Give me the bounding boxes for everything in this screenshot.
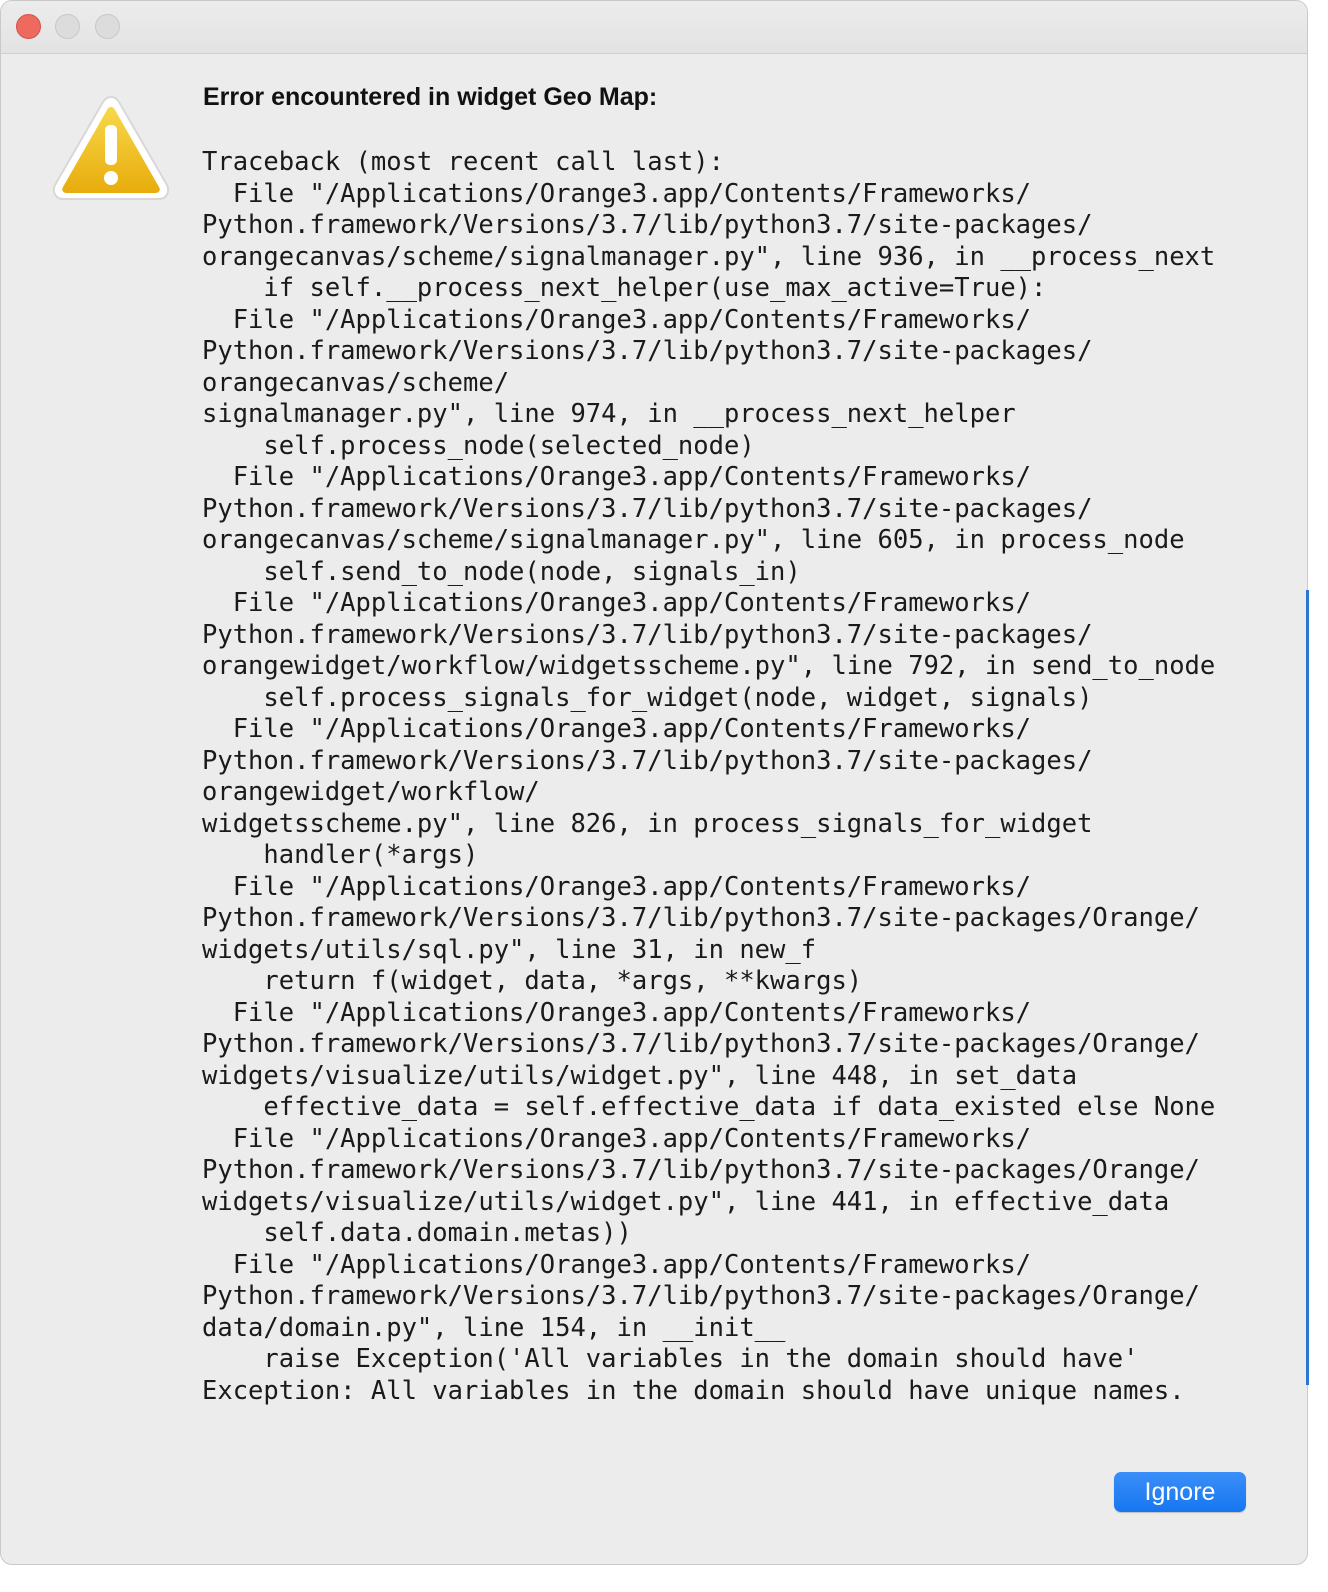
traceback-line: return f(widget, data, *args, **kwargs) (202, 966, 863, 996)
zoom-window-icon (95, 14, 120, 39)
traceback-line: orangecanvas/scheme/signalmanager.py", l… (202, 525, 1185, 555)
traceback-line: File "/Applications/Orange3.app/Contents… (202, 588, 1032, 618)
traceback-line: File "/Applications/Orange3.app/Contents… (202, 714, 1032, 744)
traceback-line: orangewidget/workflow/ (202, 777, 540, 807)
traceback-line: widgetsscheme.py", line 826, in process_… (202, 808, 1093, 839)
traceback-line: widgets/visualize/utils/widget.py", line… (202, 1060, 1078, 1091)
title-bar (1, 1, 1307, 54)
background-window-edge (1309, 0, 1328, 1592)
traceback-line: widgets/visualize/utils/widget.py", line… (202, 1186, 1170, 1217)
traceback-line: orangewidget/workflow/widgetsscheme.py",… (202, 651, 1216, 681)
error-heading: Error encountered in widget Geo Map: (203, 83, 658, 111)
minimize-window-icon (55, 14, 80, 39)
warning-icon (52, 95, 170, 200)
traceback-line: Python.framework/Versions/3.7/lib/python… (202, 493, 1093, 524)
traceback-line: File "/Applications/Orange3.app/Contents… (202, 997, 1032, 1028)
traceback-line: Python.framework/Versions/3.7/lib/python… (202, 1155, 1200, 1185)
traceback-line: self.process_node(selected_node) (202, 430, 755, 461)
traceback-line: signalmanager.py", line 974, in __proces… (202, 399, 1016, 429)
traceback-line: File "/Applications/Orange3.app/Contents… (202, 304, 1032, 335)
traceback-line: Python.framework/Versions/3.7/lib/python… (202, 903, 1200, 933)
close-window-icon[interactable] (16, 14, 41, 39)
traceback-line: Python.framework/Versions/3.7/lib/python… (202, 745, 1093, 776)
traceback-line: orangecanvas/scheme/ (202, 367, 510, 398)
ignore-button[interactable]: Ignore (1114, 1472, 1246, 1512)
error-dialog-window: Error encountered in widget Geo Map: Tra… (0, 0, 1308, 1565)
traceback-text: Traceback (most recent call last): File … (202, 147, 1215, 1407)
traceback-line: Python.framework/Versions/3.7/lib/python… (202, 210, 1093, 240)
traceback-line: Exception: All variables in the domain s… (202, 1375, 1185, 1406)
traceback-line: Python.framework/Versions/3.7/lib/python… (202, 619, 1093, 650)
traceback-line: raise Exception('All variables in the do… (202, 1344, 1139, 1374)
traceback-line: orangecanvas/scheme/signalmanager.py", l… (202, 241, 1216, 272)
background-window-scrollbar (1306, 590, 1309, 1385)
traceback-line: effective_data = self.effective_data if … (202, 1092, 1216, 1122)
traceback-line: widgets/utils/sql.py", line 31, in new_f (202, 934, 817, 965)
traceback-line: Python.framework/Versions/3.7/lib/python… (202, 336, 1093, 366)
traceback-line: Traceback (most recent call last): (202, 147, 724, 177)
traceback-line: File "/Applications/Orange3.app/Contents… (202, 871, 1032, 902)
traceback-line: File "/Applications/Orange3.app/Contents… (202, 1249, 1032, 1280)
traceback-line: data/domain.py", line 154, in __init__ (202, 1312, 786, 1343)
traceback-line: File "/Applications/Orange3.app/Contents… (202, 178, 1032, 209)
traceback-line: handler(*args) (202, 840, 479, 870)
traceback-line: Python.framework/Versions/3.7/lib/python… (202, 1029, 1200, 1059)
traceback-line: self.data.domain.metas)) (202, 1218, 632, 1248)
traceback-line: self.process_signals_for_widget(node, wi… (202, 682, 1093, 713)
traceback-line: if self.__process_next_helper(use_max_ac… (202, 273, 1047, 303)
traceback-line: Python.framework/Versions/3.7/lib/python… (202, 1281, 1200, 1311)
traceback-line: File "/Applications/Orange3.app/Contents… (202, 1123, 1032, 1154)
traceback-line: File "/Applications/Orange3.app/Contents… (202, 462, 1032, 492)
traceback-line: self.send_to_node(node, signals_in) (202, 556, 801, 587)
